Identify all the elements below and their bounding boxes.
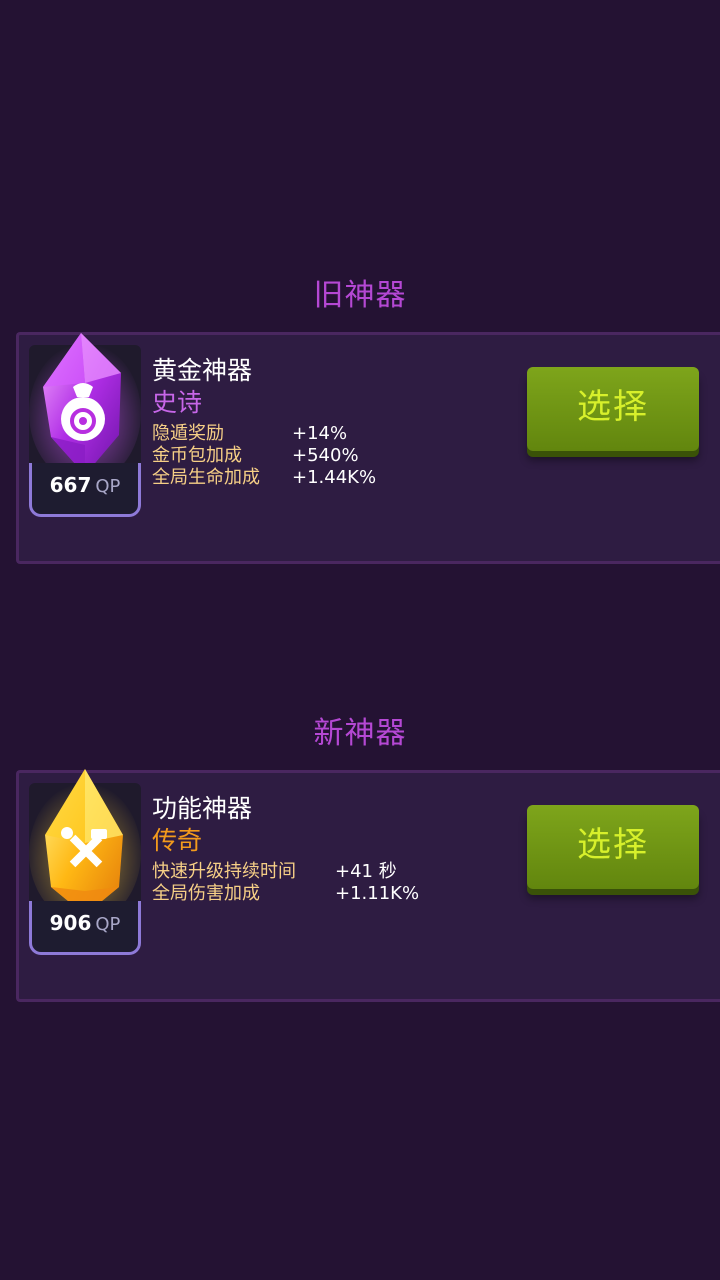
- qp-value: 667: [49, 473, 92, 497]
- qp-badge: 906 QP: [29, 901, 141, 955]
- stat-label: 全局伤害加成: [152, 883, 260, 904]
- new-artifact-heading: 新神器: [313, 716, 407, 751]
- artifact-name: 功能神器: [152, 794, 253, 823]
- select-old-artifact-button[interactable]: 选择: [527, 367, 699, 451]
- new-artifact-badge: 906 QP: [29, 769, 141, 955]
- artifact-choice-screen: 旧神器 667 QP 黄金神器 史诗 隐遁奖励 +14% 金币包加成 +540%…: [0, 0, 720, 1280]
- qp-badge: 667 QP: [29, 463, 141, 517]
- artifact-name: 黄金神器: [152, 356, 253, 385]
- stat-label: 全局生命加成: [152, 467, 260, 488]
- artifact-rarity: 史诗: [152, 388, 203, 417]
- old-artifact-badge: 667 QP: [29, 333, 141, 517]
- old-artifact-panel: 667 QP 黄金神器 史诗 隐遁奖励 +14% 金币包加成 +540% 全局生命…: [16, 332, 720, 564]
- stat-value: +540%: [292, 445, 359, 466]
- stat-value: +1.11K%: [335, 883, 420, 904]
- gold-gem-icon: [29, 769, 141, 923]
- qp-value: 906: [49, 911, 92, 935]
- stat-value: +1.44K%: [292, 467, 377, 488]
- old-artifact-heading: 旧神器: [313, 278, 407, 313]
- qp-unit: QP: [95, 914, 121, 935]
- artifact-rarity: 传奇: [152, 826, 203, 855]
- new-artifact-panel: 906 QP 功能神器 传奇 快速升级持续时间 +41 秒 全局伤害加成 +1.1…: [16, 769, 720, 1002]
- select-new-artifact-button[interactable]: 选择: [527, 805, 699, 889]
- stat-label: 隐遁奖励: [152, 423, 224, 444]
- purple-gem-icon: [29, 333, 141, 483]
- stat-value: +14%: [292, 423, 348, 444]
- qp-unit: QP: [95, 476, 121, 497]
- stat-value: +41 秒: [335, 861, 397, 882]
- stat-label: 快速升级持续时间: [152, 861, 296, 882]
- stat-label: 金币包加成: [152, 445, 242, 466]
